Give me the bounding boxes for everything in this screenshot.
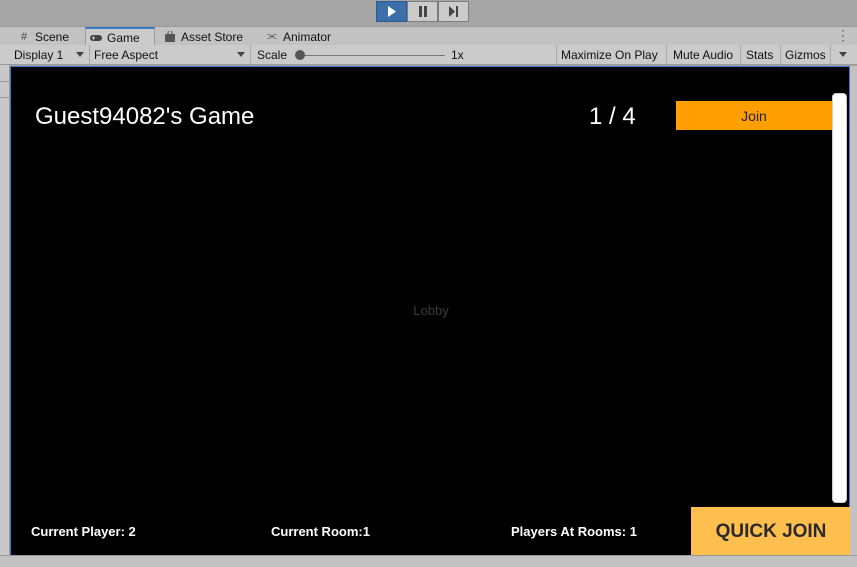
play-button[interactable] xyxy=(376,1,407,22)
lobby-label: Lobby xyxy=(413,303,449,318)
tab-game[interactable]: Game xyxy=(85,27,155,46)
current-room-text: Current Room:1 xyxy=(271,524,370,539)
gizmos-label: Gizmos xyxy=(785,48,826,62)
game-toolbar: Display 1 Free Aspect Scale 1x Maximize … xyxy=(0,45,857,65)
tab-animator[interactable]: ⫘ Animator xyxy=(262,27,342,46)
current-player-text: Current Player: 2 xyxy=(31,524,136,539)
scale-slider-track[interactable] xyxy=(300,55,445,56)
chevron-down-icon xyxy=(76,52,84,57)
players-at-rooms-text: Players At Rooms: 1 xyxy=(511,524,637,539)
room-list-scrollbar[interactable] xyxy=(832,93,847,503)
editor-tab-strip: # Scene Game Asset Store ⫘ Animator · · · xyxy=(0,24,857,46)
tab-scene[interactable]: # Scene xyxy=(14,27,84,46)
mute-audio-toggle[interactable]: Mute Audio xyxy=(669,45,741,65)
animator-icon: ⫘ xyxy=(267,30,277,42)
display-label: Display 1 xyxy=(14,48,64,62)
pause-button[interactable] xyxy=(407,1,438,22)
scale-value: 1x xyxy=(451,48,464,62)
gizmos-toggle[interactable]: Gizmos xyxy=(781,45,831,65)
divider xyxy=(0,81,10,82)
maximize-label: Maximize On Play xyxy=(561,48,658,62)
stats-toggle[interactable]: Stats xyxy=(742,45,781,65)
mute-label: Mute Audio xyxy=(673,48,734,62)
game-view[interactable]: Guest94082's Game 1 / 4 Join Lobby Curre… xyxy=(10,66,851,556)
right-panel-edge xyxy=(850,66,857,555)
chevron-down-icon xyxy=(839,52,847,57)
bag-icon xyxy=(164,31,176,43)
divider xyxy=(0,97,10,98)
editor-top-bar xyxy=(0,0,857,26)
tab-scene-label: Scene xyxy=(35,29,70,44)
tab-game-label: Game xyxy=(107,30,140,45)
display-dropdown[interactable]: Display 1 xyxy=(10,45,90,65)
step-icon xyxy=(448,6,458,17)
tab-asset-store-label: Asset Store xyxy=(181,29,244,44)
more-options-icon[interactable]: · · · xyxy=(841,24,845,46)
quick-join-button[interactable]: QUICK JOIN xyxy=(691,507,851,556)
chevron-down-icon xyxy=(237,52,245,57)
grid-icon: # xyxy=(20,30,28,43)
room-player-count: 1 / 4 xyxy=(589,103,636,130)
join-button[interactable]: Join xyxy=(676,101,832,130)
gamepad-icon xyxy=(90,32,102,44)
left-panel-edge xyxy=(0,65,10,555)
status-footer: Current Player: 2 Current Room:1 Players… xyxy=(11,507,851,556)
scale-label: Scale xyxy=(257,48,288,62)
room-title: Guest94082's Game xyxy=(35,103,255,130)
stats-label: Stats xyxy=(746,48,774,62)
gizmos-dropdown[interactable] xyxy=(831,45,851,65)
aspect-label: Free Aspect xyxy=(94,48,159,62)
aspect-dropdown[interactable]: Free Aspect xyxy=(90,45,251,65)
maximize-on-play-toggle[interactable]: Maximize On Play xyxy=(557,45,667,65)
scale-slider-handle[interactable] xyxy=(295,50,305,60)
tab-animator-label: Animator xyxy=(283,29,332,44)
step-button[interactable] xyxy=(438,1,469,22)
pause-icon xyxy=(418,6,427,17)
bottom-panel-edge xyxy=(0,555,857,567)
tab-asset-store[interactable]: Asset Store xyxy=(160,27,250,46)
play-icon xyxy=(387,6,396,17)
